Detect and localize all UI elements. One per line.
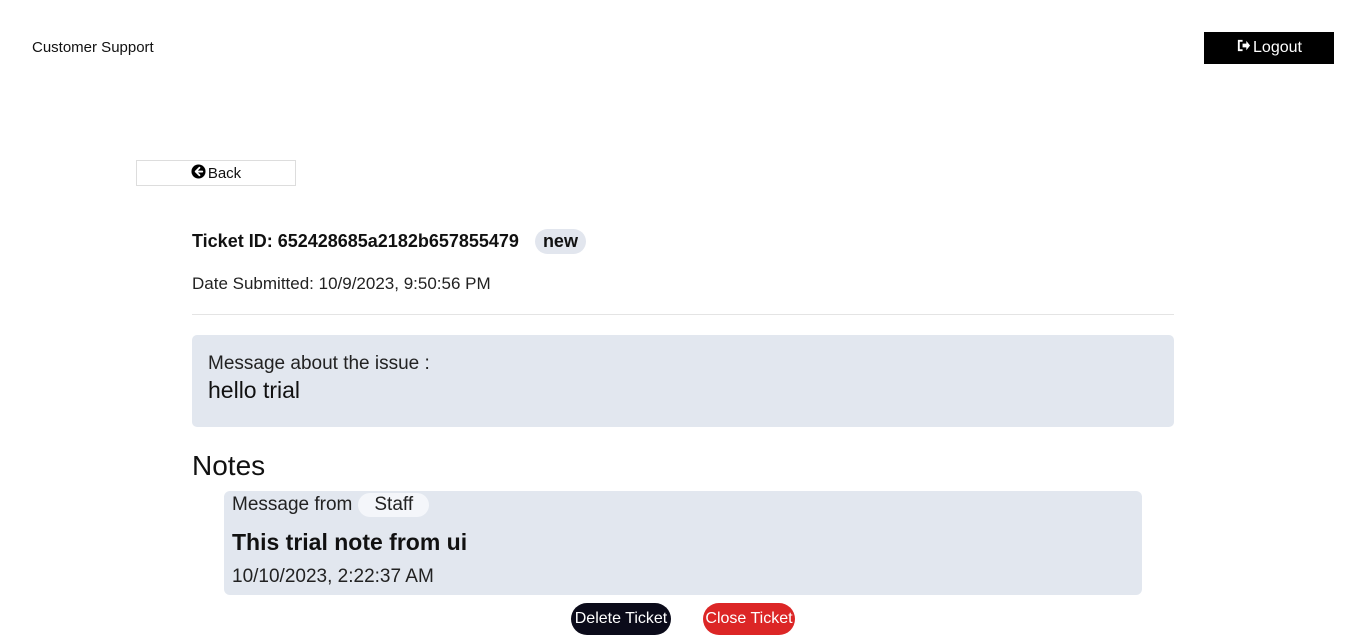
delete-ticket-button[interactable]: Delete Ticket (571, 603, 671, 635)
close-ticket-button[interactable]: Close Ticket (703, 603, 795, 635)
back-label: Back (207, 164, 242, 182)
note-from-label: Message from (232, 494, 353, 515)
issue-description-panel: Message about the issue : hello trial (192, 335, 1174, 427)
back-button[interactable]: Back (136, 160, 296, 186)
note-date: 10/10/2023, 2:22:37 AM (232, 566, 434, 587)
date-submitted: Date Submitted: 10/9/2023, 9:50:56 PM (192, 274, 491, 293)
status-badge: new (534, 229, 586, 254)
divider (192, 314, 1174, 315)
brand-title[interactable]: Customer Support (32, 39, 154, 56)
issue-label: Message about the issue : (208, 353, 430, 374)
note-text: This trial note from ui (232, 529, 468, 555)
notes-heading: Notes (192, 450, 266, 481)
sign-out-icon (1236, 38, 1251, 58)
issue-text: hello trial (208, 377, 301, 403)
logout-label: Logout (1253, 39, 1302, 56)
note-author-badge: Staff (358, 493, 430, 517)
ticket-id: Ticket ID: 652428685a2182b657855479 (192, 231, 519, 251)
note-from-row: Message from Staff (232, 493, 1134, 517)
arrow-circle-left-icon (191, 163, 206, 183)
logout-button[interactable]: Logout (1204, 32, 1334, 64)
ticket-page: Customer Support Logout Back Ticket ID: … (0, 0, 1366, 635)
ticket-heading: Ticket ID: 652428685a2182b657855479 new (192, 229, 586, 254)
note-card: Message from Staff This trial note from … (224, 491, 1142, 595)
